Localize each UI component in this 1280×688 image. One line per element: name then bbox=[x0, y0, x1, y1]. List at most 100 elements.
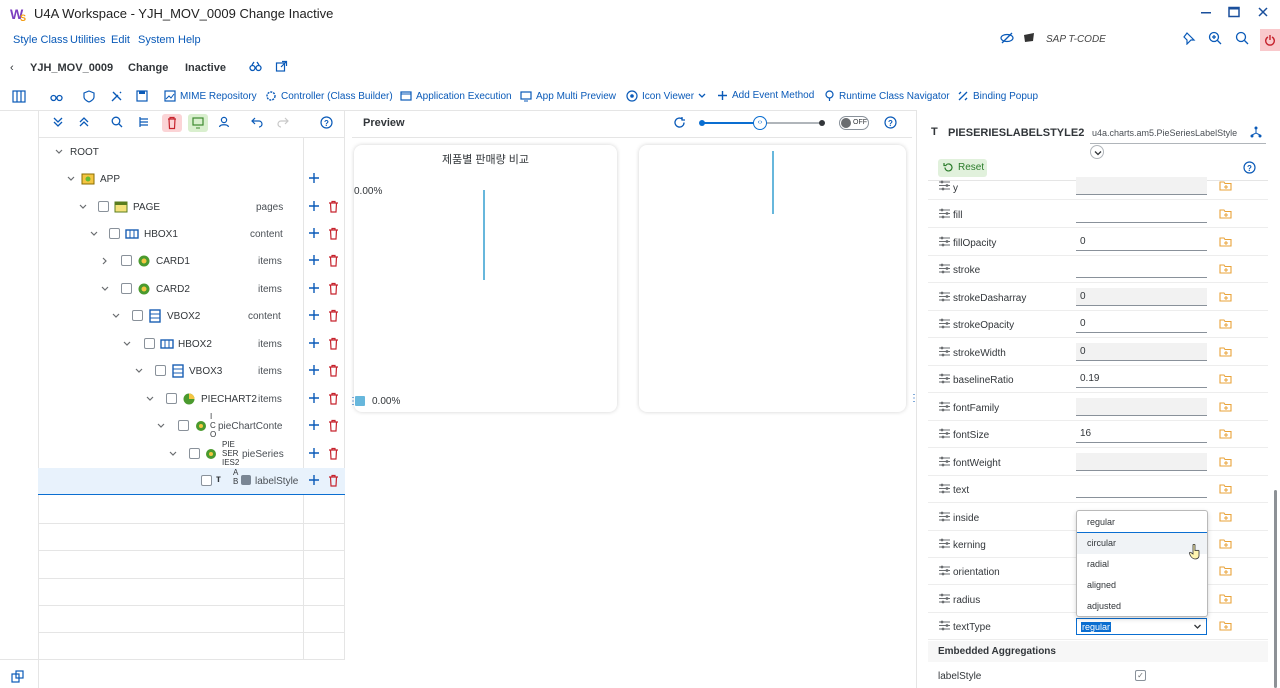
tree-row-vbox3[interactable]: VBOX3 items bbox=[38, 358, 345, 385]
delete-icon[interactable] bbox=[162, 114, 182, 132]
tree-row-piechart-content[interactable]: I C O pieChartConte bbox=[38, 412, 345, 440]
folder-icon[interactable] bbox=[1219, 236, 1232, 247]
property-input[interactable] bbox=[1076, 205, 1207, 223]
chevron-down-icon[interactable] bbox=[1193, 622, 1202, 631]
delete-row-icon[interactable] bbox=[328, 282, 340, 296]
folder-icon[interactable] bbox=[1219, 538, 1232, 549]
zoom-in-icon[interactable] bbox=[1208, 31, 1224, 47]
embedded-checkbox[interactable]: ✓ bbox=[1135, 670, 1146, 681]
chevron-down-icon[interactable] bbox=[54, 147, 64, 157]
add-child-icon[interactable] bbox=[308, 172, 322, 186]
delete-row-icon[interactable] bbox=[328, 309, 340, 323]
tree-row-labelstyle-selected[interactable]: ᴛ A B labelStyle bbox=[38, 468, 345, 495]
shield-icon[interactable] bbox=[83, 90, 99, 103]
user-icon[interactable] bbox=[218, 116, 232, 130]
close-icon[interactable] bbox=[1256, 5, 1270, 19]
chevron-down-icon[interactable] bbox=[156, 421, 166, 431]
property-input[interactable] bbox=[1076, 453, 1207, 471]
external-link-icon[interactable] bbox=[275, 60, 288, 73]
chevron-down-icon[interactable] bbox=[134, 366, 144, 376]
menu-style-class[interactable]: Style Class bbox=[13, 34, 68, 46]
chevron-down-icon[interactable] bbox=[89, 229, 99, 239]
folder-icon[interactable] bbox=[1219, 208, 1232, 219]
tree-checkbox[interactable] bbox=[155, 365, 166, 376]
add-child-icon[interactable] bbox=[308, 227, 322, 241]
delete-row-icon[interactable] bbox=[328, 419, 340, 433]
tools-icon[interactable] bbox=[110, 90, 127, 103]
tree-search-icon[interactable] bbox=[111, 116, 125, 130]
back-icon[interactable]: ‹ bbox=[10, 62, 14, 74]
power-icon[interactable] bbox=[1260, 29, 1280, 51]
collapse-all-icon[interactable] bbox=[78, 116, 92, 130]
add-child-icon[interactable] bbox=[308, 474, 322, 488]
zoom-slider[interactable]: ‹› bbox=[699, 116, 825, 130]
add-child-icon[interactable] bbox=[308, 309, 322, 323]
tree-outline-icon[interactable] bbox=[138, 116, 152, 130]
tree-checkbox[interactable] bbox=[132, 310, 143, 321]
add-child-icon[interactable] bbox=[308, 254, 322, 268]
folder-icon[interactable] bbox=[1219, 565, 1232, 576]
resize-handle-icon[interactable]: ⋮ bbox=[909, 393, 919, 404]
chevron-down-icon[interactable] bbox=[122, 339, 132, 349]
folder-icon[interactable] bbox=[1219, 318, 1232, 329]
folder-icon[interactable] bbox=[1219, 401, 1232, 412]
tree-checkbox[interactable] bbox=[121, 255, 132, 266]
tree-checkbox[interactable] bbox=[121, 283, 132, 294]
maximize-icon[interactable] bbox=[1227, 5, 1241, 19]
menu-help[interactable]: Help bbox=[178, 34, 201, 46]
tree-row-app[interactable]: APP bbox=[38, 166, 345, 193]
search-icon[interactable] bbox=[1235, 31, 1251, 47]
expand-all-icon[interactable] bbox=[52, 116, 66, 130]
tree-row-vbox2[interactable]: VBOX2 content bbox=[38, 303, 345, 330]
property-input[interactable]: 0 bbox=[1076, 233, 1207, 251]
folder-icon[interactable] bbox=[1219, 180, 1232, 191]
folder-icon[interactable] bbox=[1219, 291, 1232, 302]
icon-viewer-button[interactable]: Icon Viewer bbox=[626, 90, 710, 102]
add-event-button[interactable]: Add Event Method bbox=[717, 90, 814, 101]
texttype-select[interactable]: regular bbox=[1076, 618, 1207, 635]
tree-checkbox[interactable] bbox=[109, 228, 120, 239]
dropdown-option-adjusted[interactable]: adjusted bbox=[1077, 596, 1207, 617]
tree-row-page[interactable]: PAGE pages bbox=[38, 194, 345, 221]
chevron-down-icon[interactable] bbox=[145, 394, 155, 404]
delete-row-icon[interactable] bbox=[328, 364, 340, 378]
property-input[interactable]: 0 bbox=[1076, 343, 1207, 361]
add-child-icon[interactable] bbox=[308, 200, 322, 214]
tree-checkbox[interactable] bbox=[98, 201, 109, 212]
tcode-input[interactable]: SAP T-CODE bbox=[1046, 34, 1106, 45]
tree-row-piechart2[interactable]: PIECHART2 items bbox=[38, 386, 345, 413]
folder-icon[interactable] bbox=[1219, 373, 1232, 384]
add-child-icon[interactable] bbox=[308, 447, 322, 461]
preview-help-icon[interactable]: ? bbox=[884, 116, 897, 129]
delete-row-icon[interactable] bbox=[328, 337, 340, 351]
app-execution-button[interactable]: Application Execution bbox=[400, 90, 512, 102]
resize-handle-icon[interactable]: ⋮ bbox=[348, 396, 358, 407]
chevron-down-icon[interactable] bbox=[168, 449, 178, 459]
redo-icon[interactable] bbox=[277, 116, 291, 130]
folder-icon[interactable] bbox=[1219, 483, 1232, 494]
property-input[interactable] bbox=[1076, 260, 1207, 278]
slider-handle[interactable]: ‹› bbox=[753, 116, 767, 130]
tree-network-icon[interactable] bbox=[1250, 126, 1262, 138]
mime-repository-button[interactable]: MIME Repository bbox=[164, 90, 257, 102]
tree-checkbox[interactable] bbox=[166, 393, 177, 404]
property-input[interactable]: 0 bbox=[1076, 288, 1207, 306]
tree-row-card1[interactable]: CARD1 items bbox=[38, 248, 345, 275]
menu-system[interactable]: System bbox=[138, 34, 175, 46]
preview-toggle[interactable]: OFF bbox=[839, 116, 869, 130]
add-child-icon[interactable] bbox=[308, 419, 322, 433]
refresh-icon[interactable] bbox=[673, 116, 686, 129]
chevron-down-icon[interactable] bbox=[111, 311, 121, 321]
property-input[interactable] bbox=[1076, 480, 1207, 498]
runtime-nav-button[interactable]: Runtime Class Navigator bbox=[824, 90, 950, 102]
controller-button[interactable]: Controller (Class Builder) bbox=[265, 90, 393, 102]
save-icon[interactable] bbox=[136, 90, 152, 102]
folder-icon[interactable] bbox=[1219, 263, 1232, 274]
delete-row-icon[interactable] bbox=[328, 200, 340, 214]
binoculars-icon[interactable] bbox=[249, 60, 262, 73]
multi-preview-button[interactable]: App Multi Preview bbox=[520, 90, 616, 102]
folder-icon[interactable] bbox=[1219, 620, 1232, 631]
toolbar-binoculars-icon[interactable] bbox=[50, 90, 67, 103]
tree-row-root[interactable]: ROOT bbox=[38, 139, 345, 166]
tree-row-hbox2[interactable]: HBOX2 items bbox=[38, 331, 345, 358]
